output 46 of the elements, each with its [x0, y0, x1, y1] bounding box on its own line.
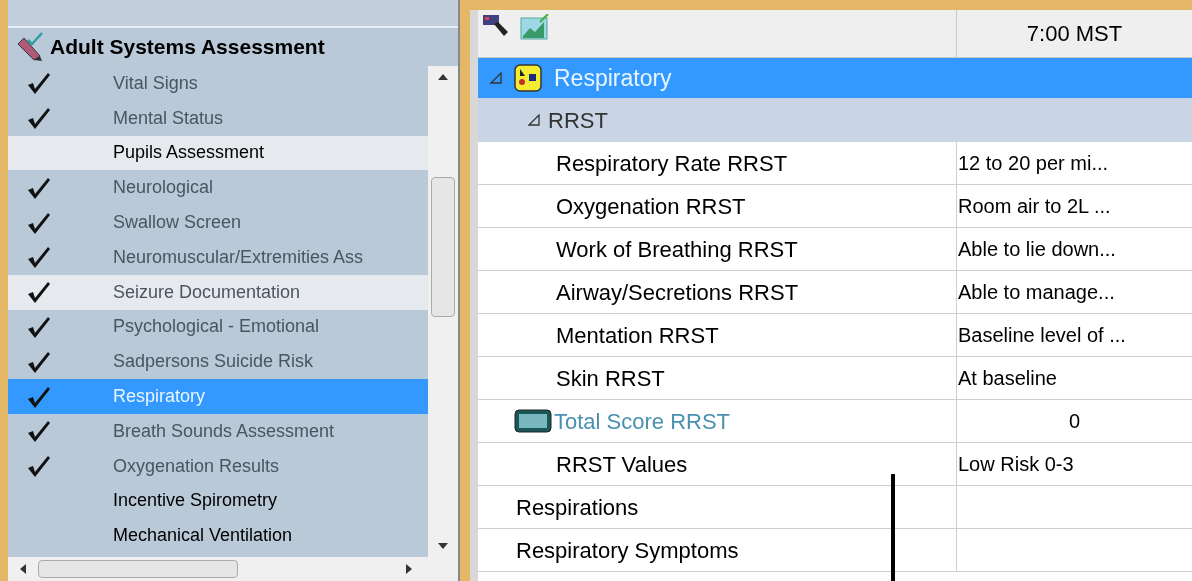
check-icon	[26, 384, 52, 409]
row-label: Oxygenation RRST	[556, 192, 746, 221]
value-cell[interactable]: Able to lie down...	[956, 228, 1192, 270]
row-label: Work of Breathing RRST	[556, 235, 798, 264]
check-icon	[26, 419, 52, 444]
row-label: Total Score RRST	[554, 407, 731, 436]
horizontal-scrollbar[interactable]	[8, 557, 458, 581]
value-cell[interactable]: At baseline	[956, 357, 1192, 399]
expand-icon[interactable]	[490, 72, 502, 84]
row-label: Airway/Secretions RRST	[556, 278, 799, 307]
value-cell[interactable]: Low Risk 0-3	[956, 443, 1192, 485]
check-icon	[26, 210, 52, 235]
check-icon	[26, 349, 52, 374]
row-label: Respiratory Rate RRST	[556, 149, 788, 178]
scroll-thumb[interactable]	[431, 176, 455, 317]
check-icon	[26, 280, 52, 305]
assessment-item[interactable]: Seizure Documentation	[8, 274, 428, 310]
section-icon	[514, 64, 542, 92]
assessment-item[interactable]: Pupils Assessment	[8, 135, 428, 171]
group-row[interactable]: RRST	[478, 98, 1192, 142]
calculator-icon	[514, 409, 552, 433]
expand-icon[interactable]	[528, 114, 540, 126]
check-icon	[26, 454, 52, 479]
check-icon	[26, 175, 52, 200]
check-icon	[26, 71, 52, 96]
check-icon	[26, 106, 52, 131]
row-label: Mentation RRST	[556, 321, 719, 350]
row-label: Respiratory Symptoms	[516, 536, 739, 565]
scroll-down-icon[interactable]	[438, 543, 448, 549]
column-header: 7:00 MST	[956, 10, 1192, 57]
scroll-up-icon[interactable]	[438, 74, 448, 80]
row-label: RRST Values	[556, 450, 688, 479]
value-cell[interactable]: Baseline level of ...	[956, 314, 1192, 356]
scroll-left-icon[interactable]	[20, 564, 26, 574]
value-cell[interactable]: 0	[956, 400, 1192, 442]
check-icon	[26, 314, 52, 339]
value-cell[interactable]: Room air to 2L ...	[956, 185, 1192, 227]
section-title: Adult Systems Assessment	[50, 34, 325, 61]
vertical-scrollbar[interactable]	[428, 66, 458, 557]
scroll-thumb[interactable]	[38, 560, 238, 578]
value-cell[interactable]: 12 to 20 per mi...	[956, 142, 1192, 184]
value-cell[interactable]: Able to manage...	[956, 271, 1192, 313]
scroll-right-icon[interactable]	[406, 564, 412, 574]
check-icon	[26, 245, 52, 270]
row-label: Skin RRST	[556, 364, 665, 393]
row-label: Respirations	[516, 493, 639, 522]
